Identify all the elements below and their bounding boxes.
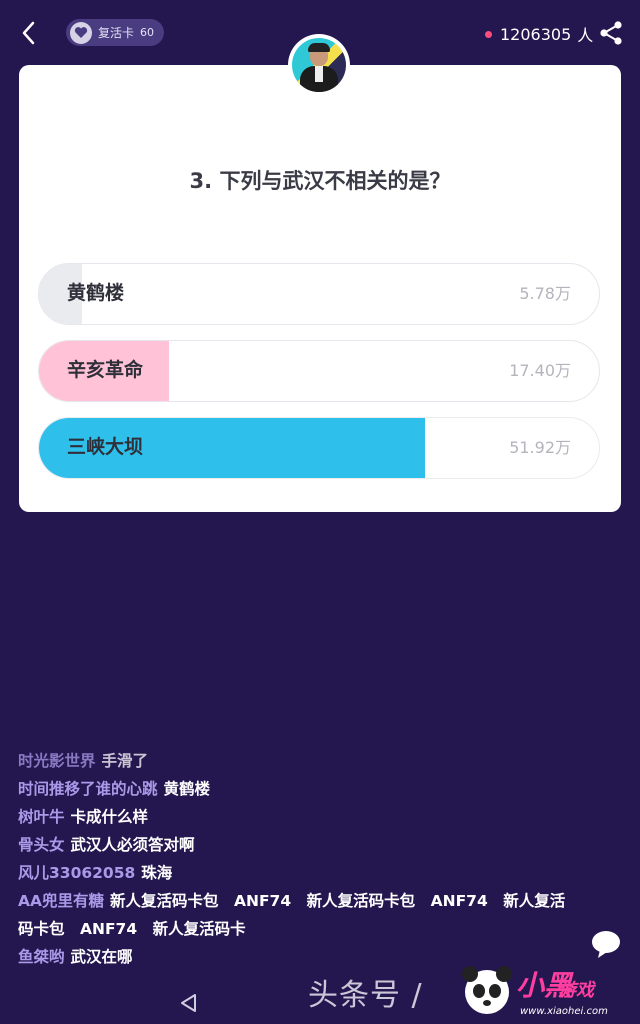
online-count: 1206305 — [500, 24, 572, 44]
chat-text: 珠海 — [141, 864, 173, 882]
answer-label: 辛亥革命 — [67, 359, 144, 381]
answer-label: 三峡大坝 — [67, 436, 144, 458]
chat-message: 骨头女 武汉人必须答对啊 — [18, 831, 578, 859]
chat-text: 卡成什么样 — [70, 808, 149, 826]
chat-text: 黄鹤楼 — [163, 780, 211, 798]
answer-option-3[interactable]: 三峡大坝 51.92万 — [38, 417, 600, 479]
watermark-text: 头条号 / — [308, 978, 423, 1013]
chat-username: AA兜里有糖 — [18, 892, 104, 910]
chat-text: 手滑了 — [101, 752, 149, 770]
host-avatar — [288, 34, 350, 96]
watermark-logo: 小黑 游戏 www.xiaohei.com — [454, 958, 640, 1024]
watermark-brand-suffix: 游戏 — [558, 980, 594, 1001]
chat-message: 时光影世界 手滑了 — [18, 747, 578, 775]
chat-message: AA兜里有糖 新人复活码卡包 ANF74 新人复活码卡包 ANF74 新人复活码卡… — [18, 887, 578, 943]
live-dot-icon — [485, 30, 492, 38]
chat-feed: 时光影世界 手滑了 时间推移了谁的心跳 黄鹤楼 树叶牛 卡成什么样 骨头女 武汉人必须答… — [18, 747, 578, 971]
revive-card-label: 复活卡 — [98, 26, 135, 40]
chat-username: 风儿33062058 — [18, 864, 136, 882]
online-counter: 1206305 人 — [485, 22, 593, 46]
question-text: 3. 下列与武汉不相关的是？ — [189, 169, 451, 193]
heart-icon — [70, 21, 92, 44]
online-unit: 人 — [577, 26, 594, 45]
answer-vote-count: 17.40万 — [509, 361, 571, 380]
panda-logo-icon — [462, 966, 512, 1014]
answer-vote-count: 51.92万 — [509, 438, 571, 457]
chat-bubble-icon[interactable] — [588, 926, 624, 962]
chat-text: 武汉人必须答对啊 — [70, 836, 195, 854]
share-icon[interactable] — [598, 20, 624, 46]
chat-username: 鱼桀哟 — [18, 948, 65, 966]
answer-vote-count: 5.78万 — [519, 284, 571, 303]
revive-card-badge[interactable]: 复活卡 60 — [66, 19, 165, 46]
chat-username: 树叶牛 — [18, 808, 65, 826]
answer-label: 黄鹤楼 — [67, 282, 125, 304]
chat-message: 时间推移了谁的心跳 黄鹤楼 — [18, 775, 578, 803]
question-card: 3. 下列与武汉不相关的是？ 黄鹤楼 5.78万 辛亥革命 17.40万 三峡大… — [19, 65, 621, 512]
chat-message: 树叶牛 卡成什么样 — [18, 803, 578, 831]
watermark-url: www.xiaohei.com — [520, 1006, 608, 1017]
answer-option-2[interactable]: 辛亥革命 17.40万 — [38, 340, 600, 402]
chat-username: 时光影世界 — [18, 752, 96, 770]
answer-option-1[interactable]: 黄鹤楼 5.78万 — [38, 263, 600, 325]
revive-card-count: 60 — [140, 26, 155, 39]
chat-text: 武汉在哪 — [70, 948, 133, 966]
chevron-left-icon[interactable] — [14, 18, 44, 48]
chat-username: 时间推移了谁的心跳 — [18, 780, 158, 798]
chat-username: 骨头女 — [18, 836, 65, 854]
nav-back-triangle-icon[interactable] — [178, 992, 200, 1014]
chat-message: 风儿33062058 珠海 — [18, 859, 578, 887]
